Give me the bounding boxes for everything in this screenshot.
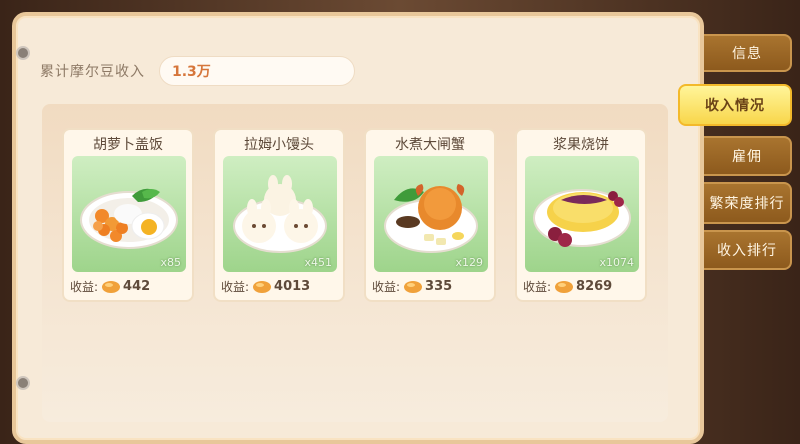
dish-card[interactable]: 拉姆小馒头 x451 收益: 4013 <box>213 128 345 302</box>
earnings-label: 收益: <box>523 280 552 294</box>
dish-card[interactable]: 浆果烧饼 x1074 收益: 8269 <box>515 128 647 302</box>
dish-card[interactable]: 水煮大闸蟹 x129 收益: 335 <box>364 128 496 302</box>
earnings-value: 4013 <box>274 279 311 294</box>
earnings-label: 收益: <box>70 280 99 294</box>
total-income-value: 1.3万 <box>159 56 355 86</box>
dish-name: 胡萝卜盖饭 <box>93 137 163 153</box>
binder-ring <box>16 376 30 390</box>
total-income-label: 累计摩尔豆收入 <box>40 64 145 80</box>
dish-count: x1074 <box>599 256 634 269</box>
earnings-value: 8269 <box>576 279 613 294</box>
dish-name: 拉姆小馒头 <box>244 137 314 153</box>
dish-count: x129 <box>455 256 483 269</box>
carrot-rice-icon: x85 <box>72 156 186 272</box>
tab-income-rank[interactable]: 收入排行 <box>704 230 792 270</box>
binder-ring <box>16 46 30 60</box>
mole-bean-icon <box>404 280 423 293</box>
dish-earnings: 收益: 4013 <box>221 278 310 295</box>
dish-name: 浆果烧饼 <box>553 137 609 153</box>
mole-bean-icon <box>555 280 574 293</box>
dish-count: x451 <box>304 256 332 269</box>
earnings-label: 收益: <box>372 280 401 294</box>
dish-count: x85 <box>160 256 181 269</box>
total-income-row: 累计摩尔豆收入 1.3万 <box>40 56 355 86</box>
earnings-label: 收益: <box>221 280 250 294</box>
tab-info[interactable]: 信息 <box>704 34 792 72</box>
crab-icon: x129 <box>374 156 488 272</box>
tab-income[interactable]: 收入情况 <box>678 84 792 126</box>
dish-earnings: 收益: 335 <box>372 278 452 295</box>
dish-earnings: 收益: 8269 <box>523 278 612 295</box>
tab-prosperity-rank[interactable]: 繁荣度排行 <box>704 182 792 224</box>
dish-card[interactable]: 胡萝卜盖饭 x85 收益: 442 <box>62 128 194 302</box>
berry-pancake-icon: x1074 <box>525 156 639 272</box>
mole-bean-icon <box>102 280 121 293</box>
buns-icon: x451 <box>223 156 337 272</box>
earnings-value: 335 <box>425 279 453 294</box>
dish-earnings: 收益: 442 <box>70 278 150 295</box>
tab-hire[interactable]: 雇佣 <box>704 136 792 176</box>
dish-name: 水煮大闸蟹 <box>395 137 465 153</box>
mole-bean-icon <box>253 280 272 293</box>
earnings-value: 442 <box>123 279 151 294</box>
